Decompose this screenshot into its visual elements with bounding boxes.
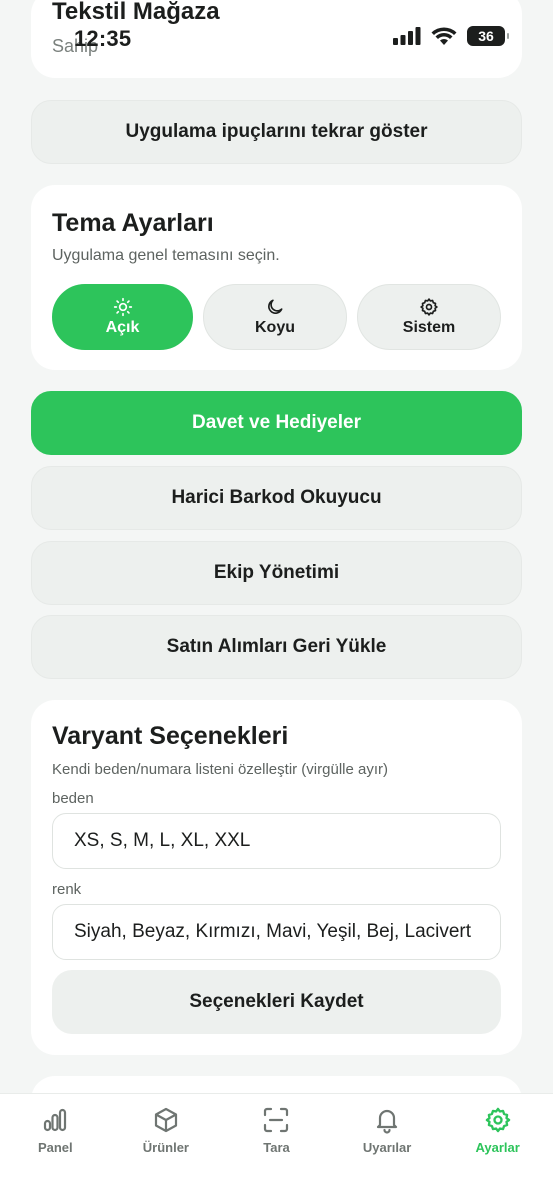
theme-option-label: Koyu bbox=[255, 319, 295, 336]
bottom-tab-bar: Panel Ürünler Tara Uyarılar Ayarlar bbox=[0, 1093, 553, 1200]
show-tips-button[interactable]: Uygulama ipuçlarını tekrar göster bbox=[31, 100, 522, 164]
tab-scan[interactable]: Tara bbox=[221, 1094, 332, 1200]
gear-icon bbox=[485, 1107, 510, 1133]
signal-icon bbox=[393, 27, 421, 45]
bar-chart-icon bbox=[44, 1108, 67, 1132]
store-name: Tekstil Mağaza bbox=[52, 0, 220, 25]
tab-products[interactable]: Ürünler bbox=[111, 1094, 222, 1200]
tab-label: Uyarılar bbox=[362, 1140, 412, 1155]
theme-settings-card: Tema Ayarları Uygulama genel temasını se… bbox=[31, 185, 522, 370]
variant-subtitle: Kendi beden/numara listeni özelleştir (v… bbox=[52, 761, 388, 778]
theme-options: Açık Koyu Sistem bbox=[52, 284, 501, 350]
status-icons: 36 bbox=[393, 26, 509, 46]
tab-alerts[interactable]: Uyarılar bbox=[332, 1094, 443, 1200]
moon-icon bbox=[268, 299, 283, 314]
external-barcode-button[interactable]: Harici Barkod Okuyucu bbox=[31, 466, 522, 530]
box-icon bbox=[154, 1107, 177, 1133]
settings-screen: 12:35 36 Tekstil Mağaza Sahip Uygulama i… bbox=[0, 0, 553, 1200]
theme-option-label: Açık bbox=[105, 319, 140, 336]
theme-option-dark[interactable]: Koyu bbox=[203, 284, 347, 350]
tab-label: Panel bbox=[37, 1140, 73, 1155]
invite-gifts-button[interactable]: Davet ve Hediyeler bbox=[31, 391, 522, 455]
variant-title: Varyant Seçenekleri bbox=[52, 722, 289, 750]
theme-title: Tema Ayarları bbox=[52, 209, 214, 237]
scan-icon bbox=[264, 1107, 289, 1133]
color-label: renk bbox=[52, 881, 82, 898]
theme-option-system[interactable]: Sistem bbox=[357, 284, 501, 350]
size-input[interactable]: XS, S, M, L, XL, XXL bbox=[52, 813, 501, 869]
gear-icon bbox=[420, 298, 438, 316]
tab-panel[interactable]: Panel bbox=[0, 1094, 111, 1200]
size-label: beden bbox=[52, 790, 94, 807]
tab-label: Tara bbox=[263, 1140, 290, 1155]
restore-purchases-button[interactable]: Satın Alımları Geri Yükle bbox=[31, 615, 522, 679]
tab-label: Ürünler bbox=[142, 1140, 189, 1155]
theme-option-light[interactable]: Açık bbox=[52, 284, 193, 350]
sun-icon bbox=[113, 297, 132, 317]
bell-icon bbox=[376, 1109, 398, 1134]
wifi-icon bbox=[431, 26, 457, 45]
variant-options-card: Varyant Seçenekleri Kendi beden/numara l… bbox=[31, 700, 522, 1055]
color-input-value: Siyah, Beyaz, Kırmızı, Mavi, Yeşil, Bej,… bbox=[74, 921, 472, 942]
status-time: 12:35 bbox=[74, 26, 132, 51]
color-input[interactable]: Siyah, Beyaz, Kırmızı, Mavi, Yeşil, Bej,… bbox=[52, 904, 501, 960]
tab-settings[interactable]: Ayarlar bbox=[442, 1094, 553, 1200]
team-management-button[interactable]: Ekip Yönetimi bbox=[31, 541, 522, 605]
theme-subtitle: Uygulama genel temasını seçin. bbox=[52, 247, 280, 264]
tab-label: Ayarlar bbox=[475, 1140, 520, 1155]
theme-option-label: Sistem bbox=[402, 319, 456, 336]
battery-icon: 36 bbox=[467, 26, 509, 46]
size-input-value: XS, S, M, L, XL, XXL bbox=[74, 830, 251, 851]
save-options-button[interactable]: Seçenekleri Kaydet bbox=[52, 970, 501, 1034]
